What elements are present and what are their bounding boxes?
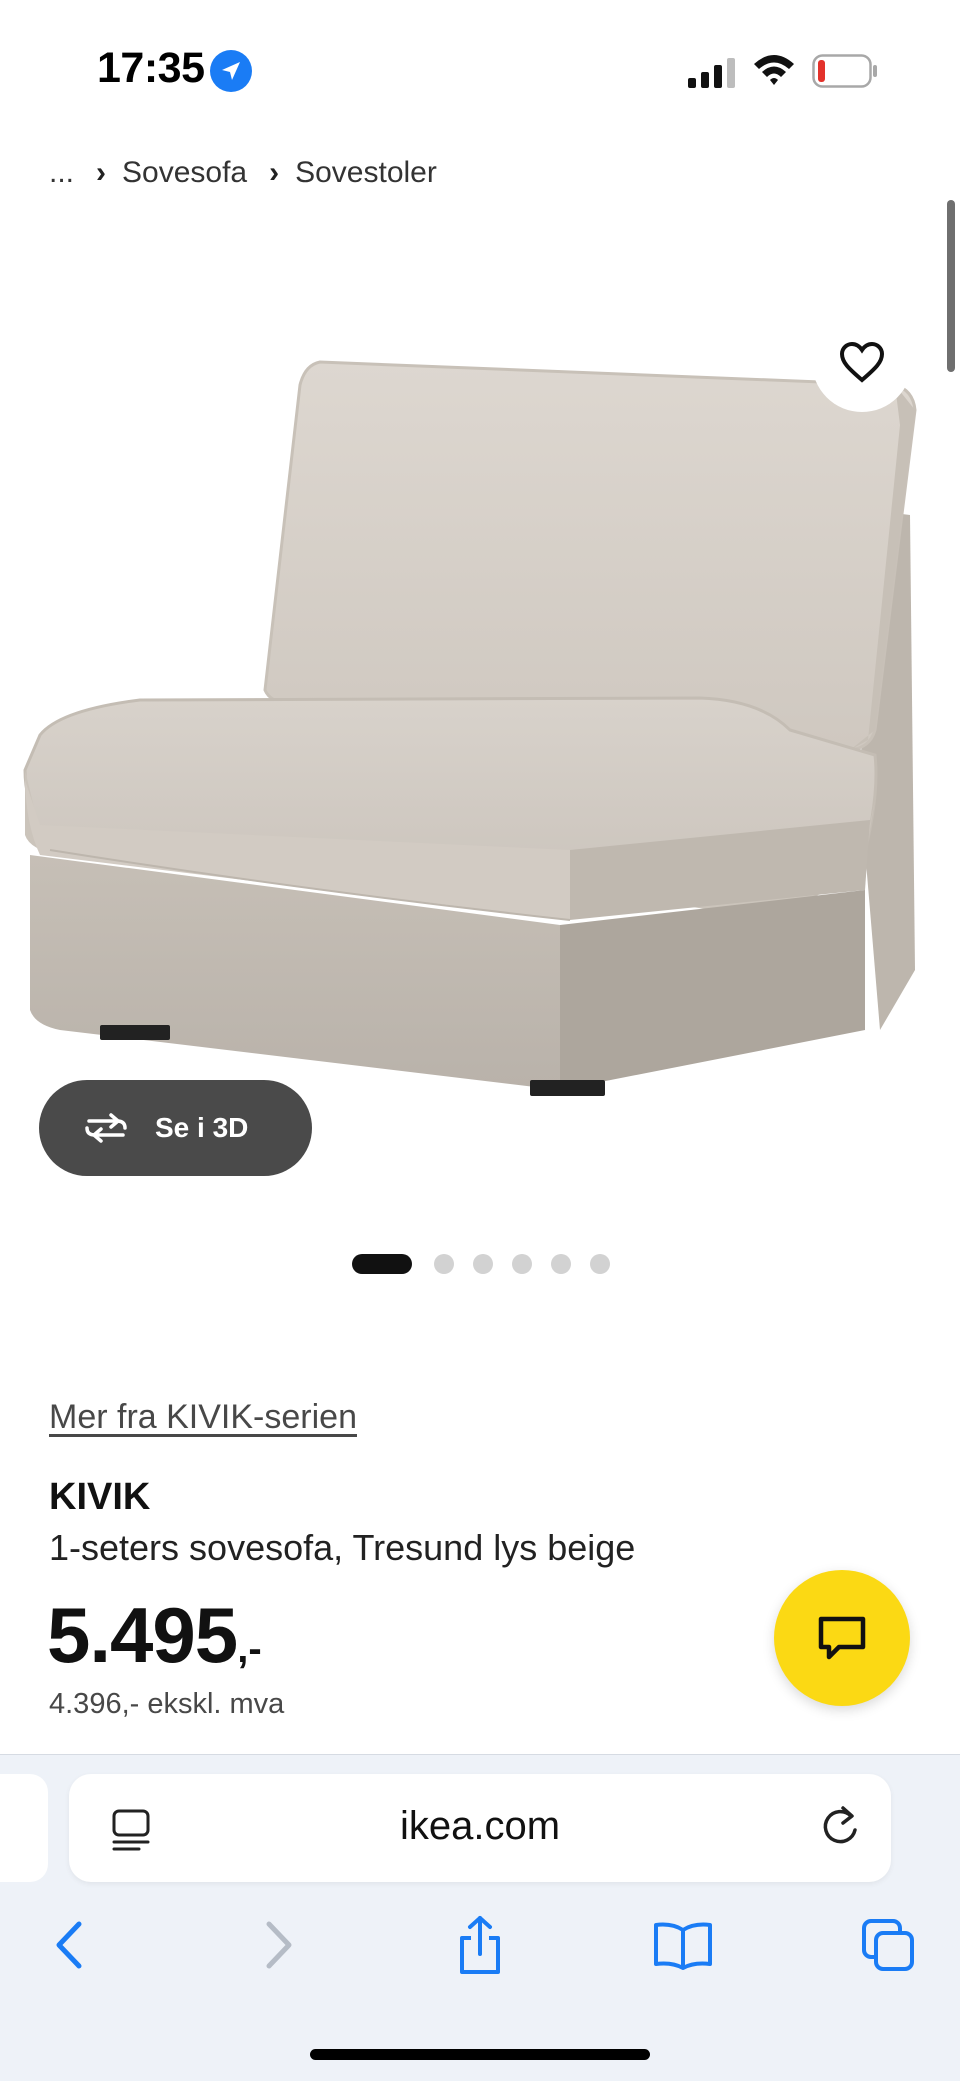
url-text[interactable]: ikea.com bbox=[69, 1804, 891, 1849]
product-name: KIVIK bbox=[49, 1476, 151, 1518]
rotate-3d-icon bbox=[85, 1113, 127, 1143]
forward-button[interactable] bbox=[238, 1910, 318, 1980]
cellular-signal-icon bbox=[688, 58, 735, 88]
chat-bubble-icon bbox=[818, 1616, 866, 1660]
breadcrumb-item-sovestoler[interactable]: Sovestoler bbox=[295, 156, 437, 190]
reload-icon[interactable] bbox=[819, 1804, 861, 1850]
back-button[interactable] bbox=[30, 1910, 110, 1980]
chevron-right-icon: › bbox=[269, 156, 280, 189]
chevron-right-icon: › bbox=[96, 156, 107, 189]
carousel-dot-6[interactable] bbox=[590, 1254, 610, 1274]
battery-low-icon bbox=[812, 54, 877, 88]
browser-toolbar bbox=[0, 1910, 960, 1980]
product-description: 1-seters sovesofa, Tresund lys beige bbox=[49, 1527, 636, 1568]
view-3d-label: Se i 3D bbox=[155, 1112, 249, 1143]
series-link[interactable]: Mer fra KIVIK-serien bbox=[49, 1398, 357, 1437]
product-price: 5.495 ,- bbox=[47, 1590, 262, 1681]
carousel-dot-4[interactable] bbox=[512, 1254, 532, 1274]
scroll-indicator[interactable] bbox=[947, 200, 955, 372]
bookmarks-button[interactable] bbox=[643, 1910, 723, 1980]
price-main: 5.495 bbox=[47, 1591, 238, 1679]
address-bar[interactable]: ikea.com bbox=[69, 1774, 891, 1882]
tabs-button[interactable] bbox=[848, 1910, 928, 1980]
previous-tab-preview[interactable] bbox=[0, 1774, 48, 1882]
breadcrumb-ellipsis[interactable]: ... bbox=[49, 156, 74, 190]
wifi-icon bbox=[754, 55, 794, 85]
carousel-dot-5[interactable] bbox=[551, 1254, 571, 1274]
bookmarks-icon bbox=[654, 1922, 712, 1970]
chat-button[interactable] bbox=[774, 1570, 910, 1706]
share-button[interactable] bbox=[440, 1910, 520, 1980]
price-ex-vat: 4.396,- ekskl. mva bbox=[49, 1688, 285, 1720]
forward-icon bbox=[266, 1921, 292, 1969]
home-indicator[interactable] bbox=[310, 2049, 650, 2060]
breadcrumb-item-sovesofa[interactable]: Sovesofa bbox=[122, 156, 247, 190]
carousel-dots bbox=[352, 1254, 629, 1274]
carousel-dot-1[interactable] bbox=[352, 1254, 412, 1274]
favorite-button[interactable] bbox=[812, 312, 912, 412]
tabs-icon bbox=[862, 1919, 914, 1971]
share-icon bbox=[460, 1916, 500, 1974]
status-time: 17:35 bbox=[97, 44, 205, 92]
price-suffix: ,- bbox=[237, 1627, 262, 1671]
heart-icon bbox=[839, 341, 885, 383]
view-3d-button[interactable]: Se i 3D bbox=[39, 1080, 312, 1176]
location-arrow-icon bbox=[210, 50, 252, 92]
back-icon bbox=[56, 1921, 82, 1969]
carousel-dot-2[interactable] bbox=[434, 1254, 454, 1274]
carousel-dot-3[interactable] bbox=[473, 1254, 493, 1274]
status-bar: 17:35 bbox=[0, 0, 960, 120]
breadcrumb: ... › Sovesofa › Sovestoler bbox=[49, 156, 437, 190]
